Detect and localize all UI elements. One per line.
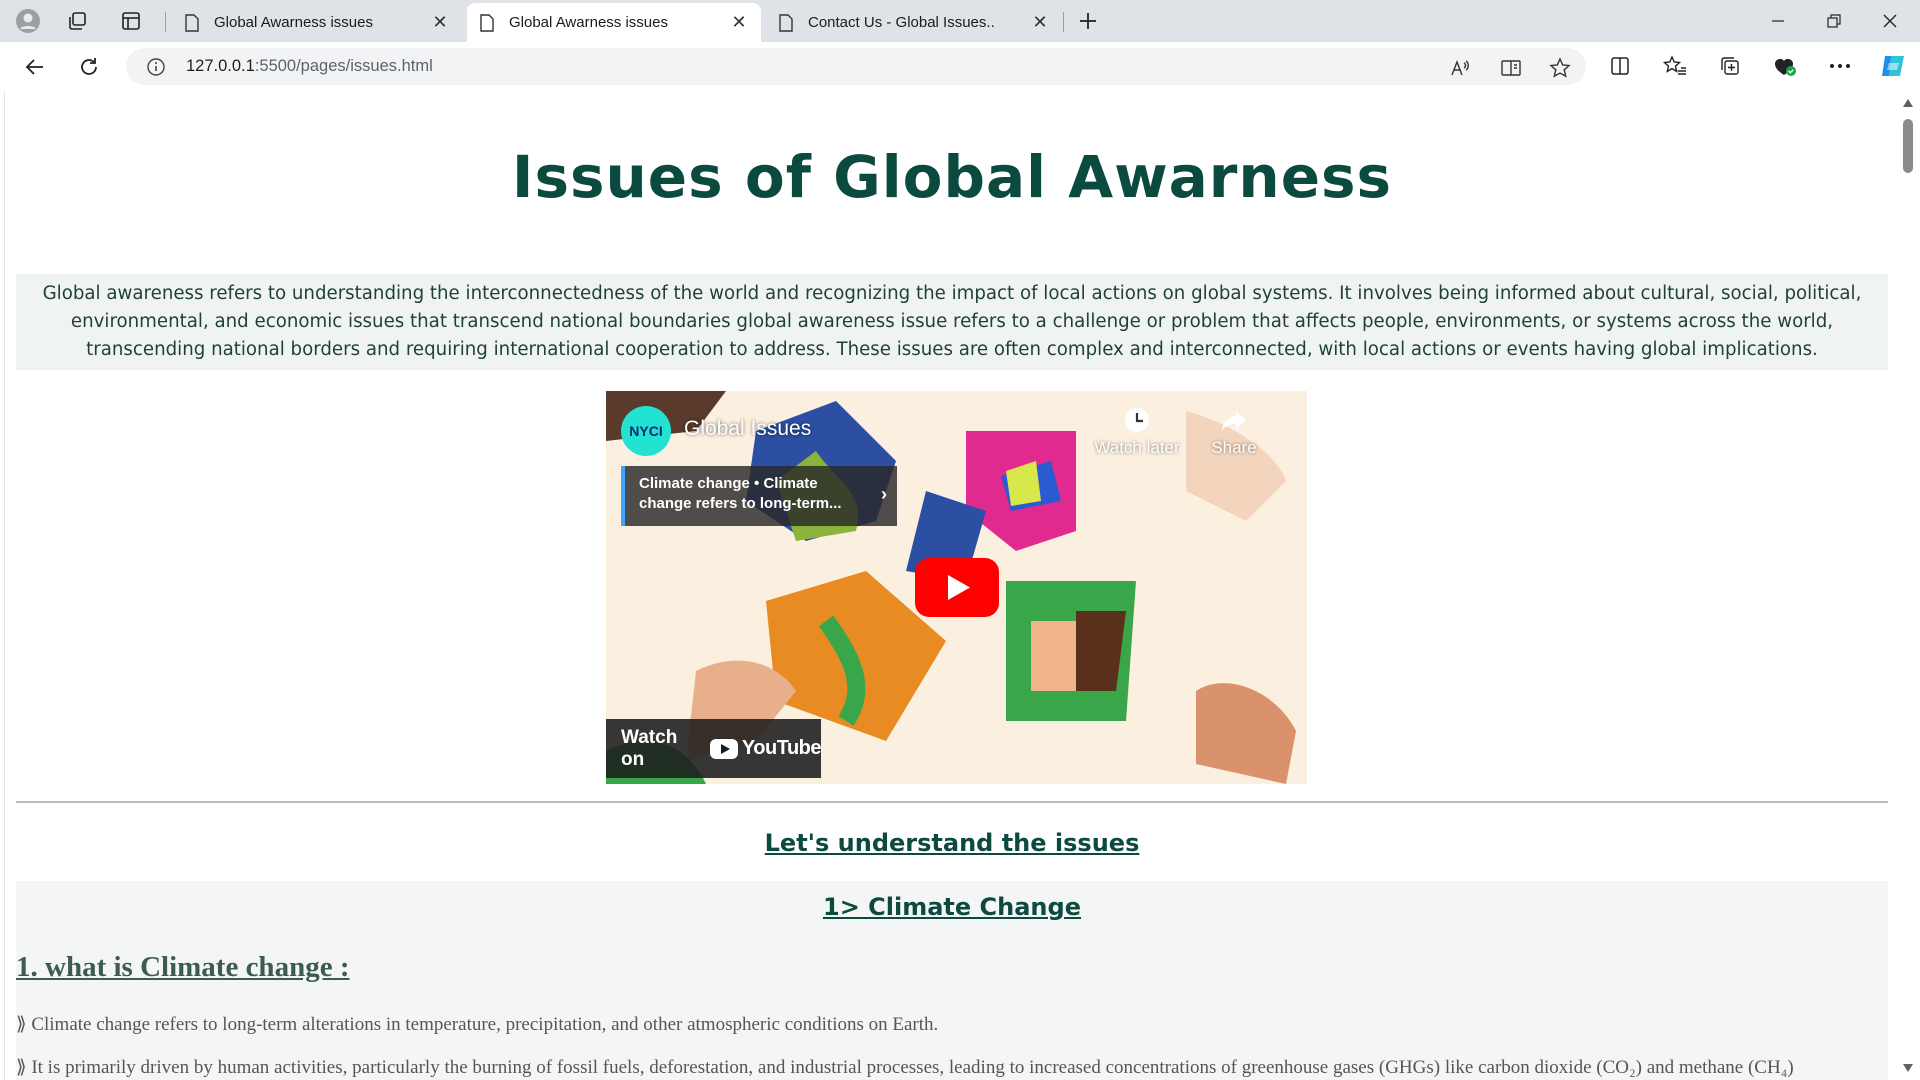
tab-actions-icon[interactable] bbox=[117, 7, 145, 35]
tab-label: Global Awarness issues bbox=[214, 14, 373, 31]
topic-title: 1> Climate Change bbox=[823, 893, 1081, 921]
youtube-logo-icon bbox=[709, 738, 738, 759]
tab-global-awarness-1[interactable]: Global Awarness issues ✕ bbox=[172, 3, 462, 42]
share-label: Share bbox=[1211, 438, 1257, 457]
section-divider bbox=[16, 801, 1888, 803]
info-card-line-1: Climate change • Climate bbox=[639, 475, 818, 492]
immersive-reader-icon[interactable] bbox=[1499, 56, 1523, 80]
copilot-icon[interactable] bbox=[1878, 51, 1908, 81]
address-bar: 127.0.0.1:5500/pages/issues.html bbox=[0, 42, 1920, 91]
channel-avatar[interactable]: NYCI bbox=[621, 406, 671, 456]
tab-global-awarness-2[interactable]: Global Awarness issues ✕ bbox=[467, 3, 761, 42]
browser-essentials-icon[interactable] bbox=[1770, 51, 1800, 81]
youtube-logo: YouTube bbox=[709, 737, 822, 760]
scroll-down-icon[interactable] bbox=[1903, 1064, 1913, 1072]
close-tab-icon[interactable]: ✕ bbox=[1030, 12, 1050, 33]
intro-paragraph: Global awareness refers to understanding… bbox=[16, 274, 1888, 370]
scroll-thumb[interactable] bbox=[1903, 119, 1913, 173]
back-icon[interactable] bbox=[20, 52, 50, 82]
document-icon bbox=[185, 13, 199, 32]
workspaces-icon[interactable] bbox=[63, 7, 91, 35]
share-button[interactable]: Share bbox=[1189, 405, 1279, 458]
share-icon bbox=[1222, 411, 1246, 431]
watch-later-label: Watch later bbox=[1094, 438, 1180, 457]
sub-heading: 1. what is Climate change : bbox=[16, 951, 350, 983]
info-card-line-2: change refers to long-term... bbox=[639, 495, 842, 512]
youtube-embed[interactable]: NYCI Global Issues Climate change • Clim… bbox=[606, 391, 1307, 784]
paragraph: ⟫ It is primarily driven by human activi… bbox=[16, 1057, 1794, 1078]
favorites-icon[interactable] bbox=[1660, 51, 1690, 81]
clock-icon bbox=[1125, 408, 1149, 432]
video-title[interactable]: Global Issues bbox=[684, 417, 811, 441]
minimize-icon[interactable] bbox=[1750, 0, 1806, 42]
info-icon[interactable] bbox=[146, 57, 166, 77]
document-icon bbox=[480, 13, 494, 32]
split-screen-icon[interactable] bbox=[1605, 51, 1635, 81]
favorite-star-icon[interactable] bbox=[1548, 56, 1572, 80]
read-aloud-icon[interactable] bbox=[1448, 56, 1472, 80]
watch-later-button[interactable]: Watch later bbox=[1092, 405, 1182, 458]
chevron-right-icon: › bbox=[881, 484, 887, 504]
close-tab-icon[interactable]: ✕ bbox=[430, 12, 450, 33]
collections-icon[interactable] bbox=[1715, 51, 1745, 81]
more-icon[interactable] bbox=[1825, 51, 1855, 81]
page-viewport: Issues of Global Awarness Global awarene… bbox=[4, 91, 1896, 1080]
url-text: 127.0.0.1:5500/pages/issues.html bbox=[186, 57, 433, 75]
document-icon bbox=[779, 13, 793, 32]
page-title: Issues of Global Awarness bbox=[511, 143, 1393, 211]
restore-icon[interactable] bbox=[1806, 0, 1862, 42]
tab-contact-us[interactable]: Contact Us - Global Issues.. ✕ bbox=[766, 3, 1062, 42]
url-field[interactable]: 127.0.0.1:5500/pages/issues.html bbox=[126, 48, 1586, 85]
info-card[interactable]: Climate change • Climate change refers t… bbox=[621, 466, 897, 526]
watch-on-label: Watch on bbox=[621, 726, 678, 770]
refresh-icon[interactable] bbox=[74, 52, 104, 82]
close-tab-icon[interactable]: ✕ bbox=[729, 12, 749, 33]
close-window-icon[interactable] bbox=[1862, 0, 1918, 42]
play-icon[interactable] bbox=[915, 558, 999, 617]
section-heading: Let's understand the issues bbox=[764, 829, 1140, 857]
profile-icon[interactable] bbox=[14, 7, 42, 35]
tab-label: Contact Us - Global Issues.. bbox=[808, 14, 995, 31]
watch-on-youtube-button[interactable]: Watch on YouTube bbox=[606, 719, 822, 778]
tab-label: Global Awarness issues bbox=[509, 14, 668, 31]
new-tab-icon[interactable] bbox=[1074, 7, 1102, 35]
tab-bar: Global Awarness issues ✕ Global Awarness… bbox=[0, 0, 1920, 42]
scroll-up-icon[interactable] bbox=[1903, 99, 1913, 107]
paragraph: ⟫ Climate change refers to long-term alt… bbox=[16, 1014, 939, 1035]
vertical-scrollbar[interactable] bbox=[1896, 91, 1920, 1080]
